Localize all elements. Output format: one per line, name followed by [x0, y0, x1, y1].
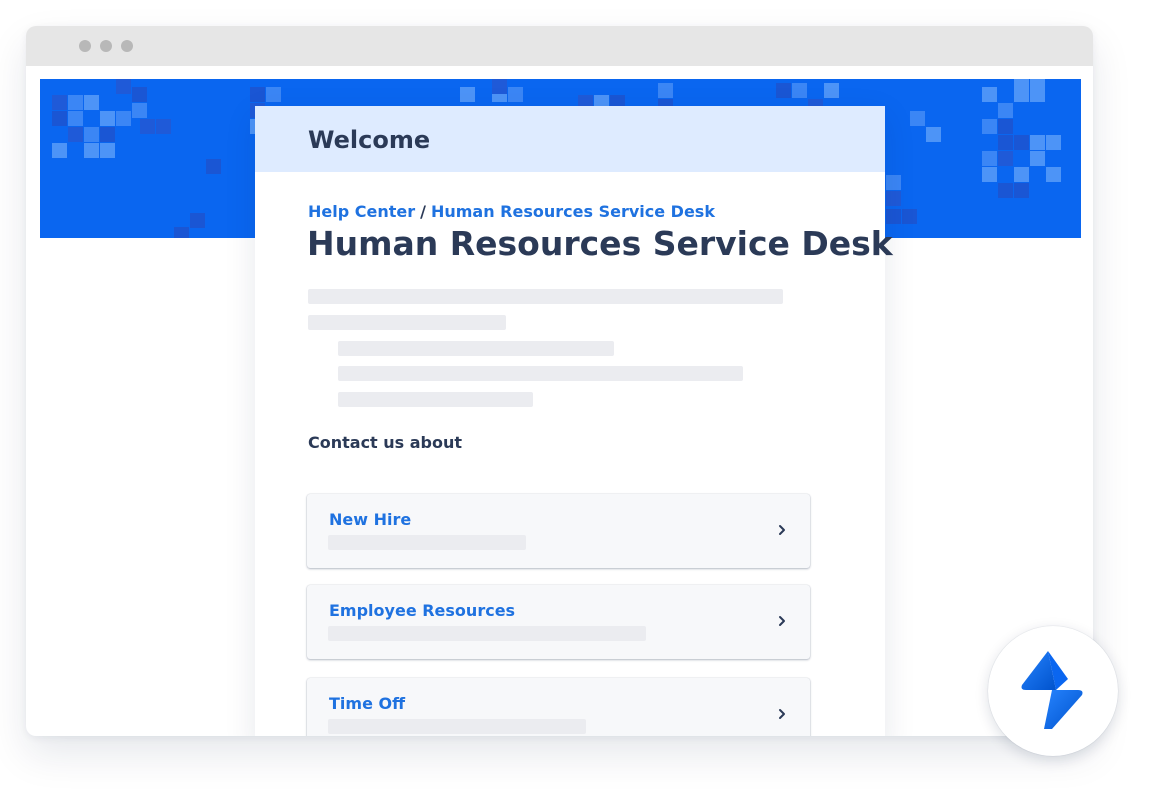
description-placeholder-line — [308, 315, 506, 330]
hero-pattern-square — [492, 79, 507, 94]
hero-pattern-square — [824, 83, 839, 98]
hero-pattern-square — [1014, 135, 1029, 150]
breadcrumb: Help Center / Human Resources Service Desk — [308, 202, 715, 221]
hero-pattern-square — [792, 83, 807, 98]
window-minimize-dot[interactable] — [100, 40, 112, 52]
contact-us-label: Contact us about — [308, 433, 463, 452]
hero-pattern-square — [926, 127, 941, 142]
hero-pattern-square — [132, 103, 147, 118]
hero-pattern-square — [132, 87, 147, 102]
breadcrumb-current[interactable]: Human Resources Service Desk — [431, 202, 715, 221]
jira-service-management-logo-icon — [1021, 651, 1083, 729]
description-placeholder-line — [338, 392, 533, 407]
hero-pattern-square — [100, 143, 115, 158]
hero-pattern-square — [1030, 135, 1045, 150]
window-close-dot[interactable] — [79, 40, 91, 52]
hero-pattern-square — [910, 111, 925, 126]
hero-pattern-square — [84, 143, 99, 158]
hero-pattern-square — [460, 87, 475, 102]
breadcrumb-help-center[interactable]: Help Center — [308, 202, 415, 221]
hero-pattern-square — [52, 95, 67, 110]
request-description-placeholder — [328, 719, 586, 734]
hero-pattern-square — [190, 213, 205, 228]
hero-pattern-square — [84, 95, 99, 110]
hero-pattern-square — [982, 87, 997, 102]
chevron-right-icon — [779, 525, 785, 535]
request-description-placeholder — [328, 535, 526, 550]
hero-pattern-square — [1014, 167, 1029, 182]
hero-pattern-square — [100, 111, 115, 126]
hero-pattern-square — [52, 111, 67, 126]
hero-pattern-square — [508, 87, 523, 102]
hero-pattern-square — [982, 119, 997, 134]
request-type-label: Time Off — [329, 694, 406, 713]
hero-pattern-square — [1046, 135, 1061, 150]
hero-pattern-square — [982, 151, 997, 166]
welcome-header: Welcome — [255, 106, 885, 172]
hero-pattern-square — [266, 87, 281, 102]
hero-pattern-square — [1046, 167, 1061, 182]
hero-pattern-square — [1014, 183, 1029, 198]
browser-window: Welcome Help Center / Human Resources Serv… — [26, 26, 1093, 736]
request-type-label: Employee Resources — [329, 601, 516, 620]
hero-pattern-square — [658, 83, 673, 98]
request-type-new-hire[interactable]: New Hire — [307, 494, 810, 568]
hero-pattern-square — [68, 127, 83, 142]
chevron-right-icon — [779, 709, 785, 719]
hero-pattern-square — [998, 103, 1013, 118]
hero-pattern-square — [116, 79, 131, 94]
hero-pattern-square — [886, 191, 901, 206]
hero-pattern-square — [1030, 151, 1045, 166]
hero-pattern-square — [902, 209, 917, 224]
request-description-placeholder — [328, 626, 646, 641]
breadcrumb-separator: / — [420, 202, 426, 221]
chevron-right-icon — [779, 616, 785, 626]
hero-pattern-square — [68, 95, 83, 110]
request-type-label: New Hire — [329, 510, 412, 529]
description-placeholder-line — [338, 341, 614, 356]
hero-pattern-square — [250, 87, 265, 102]
hero-pattern-square — [206, 159, 221, 174]
window-titlebar — [26, 26, 1093, 66]
hero-pattern-square — [1014, 79, 1029, 94]
hero-pattern-square — [998, 183, 1013, 198]
hero-pattern-square — [982, 167, 997, 182]
hero-pattern-square — [84, 127, 99, 142]
description-placeholder-line — [338, 366, 743, 381]
welcome-title: Welcome — [308, 126, 431, 154]
hero-pattern-square — [174, 227, 189, 238]
hero-pattern-square — [776, 83, 791, 98]
portal-card: Welcome Help Center / Human Resources Serv… — [255, 106, 893, 736]
window-maximize-dot[interactable] — [121, 40, 133, 52]
description-placeholder-line — [308, 289, 783, 304]
hero-pattern-square — [886, 175, 901, 190]
hero-pattern-square — [140, 119, 155, 134]
hero-pattern-square — [116, 111, 131, 126]
hero-pattern-square — [1030, 79, 1045, 94]
hero-pattern-square — [998, 119, 1013, 134]
hero-pattern-square — [52, 143, 67, 158]
hero-pattern-square — [998, 135, 1013, 150]
request-type-employee-resources[interactable]: Employee Resources — [307, 585, 810, 659]
hero-pattern-square — [68, 111, 83, 126]
hero-pattern-square — [156, 119, 171, 134]
hero-pattern-square — [998, 151, 1013, 166]
brand-logo-badge — [988, 626, 1118, 756]
request-type-time-off[interactable]: Time Off — [307, 678, 810, 736]
hero-pattern-square — [886, 209, 901, 224]
hero-pattern-square — [100, 127, 115, 142]
page-title: Human Resources Service Desk — [307, 224, 893, 263]
